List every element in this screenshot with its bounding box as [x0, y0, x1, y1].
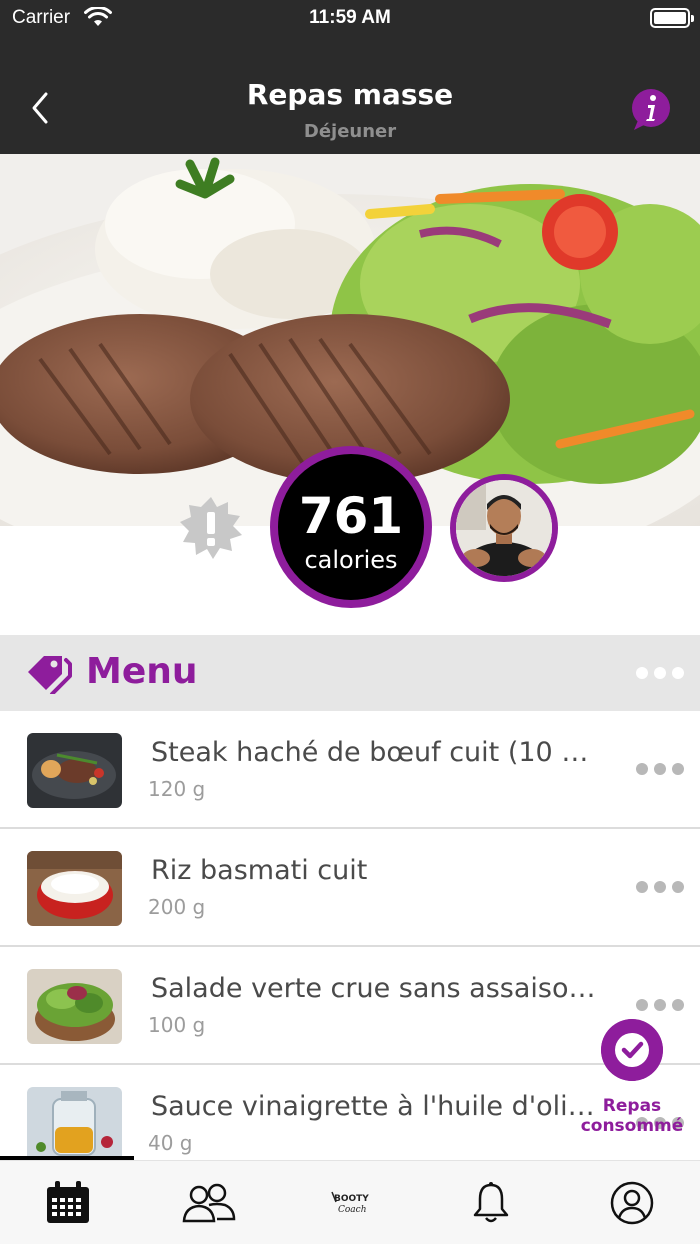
- tab-community[interactable]: [179, 1175, 239, 1231]
- food-name: Steak haché de bœuf cuit (10 %…: [151, 737, 611, 768]
- tab-profile[interactable]: [602, 1175, 662, 1231]
- calories-label: calories: [304, 546, 398, 574]
- food-quantity: 200 g: [148, 895, 206, 919]
- menu-section-header: Menu: [0, 635, 700, 711]
- food-thumbnail: [27, 969, 122, 1044]
- food-quantity: 100 g: [148, 1013, 206, 1037]
- svg-text:Coach: Coach: [338, 1205, 367, 1215]
- meal-consumed-label[interactable]: Repas consommé: [574, 1096, 690, 1136]
- food-more-button[interactable]: [636, 881, 684, 893]
- coach-photo: [456, 480, 552, 576]
- food-more-button[interactable]: [636, 763, 684, 775]
- community-icon: [182, 1183, 236, 1223]
- page-subtitle: Déjeuner: [303, 121, 397, 142]
- food-thumbnail: [27, 851, 122, 926]
- profile-icon: [610, 1181, 654, 1225]
- page-title: Repas masse: [246, 78, 454, 111]
- food-thumbnail: [27, 733, 122, 808]
- tab-home-logo[interactable]: BOOTY Coach: [320, 1175, 380, 1231]
- calendar-icon: [47, 1181, 89, 1223]
- food-name: Sauce vinaigrette à l'huile d'oli…: [151, 1091, 595, 1122]
- food-item-salad[interactable]: Salade verte crue sans assaiso… 100 g: [0, 947, 700, 1065]
- tab-calendar[interactable]: [38, 1175, 98, 1231]
- food-thumbnail: [27, 1087, 122, 1162]
- tag-icon: [28, 656, 72, 694]
- clock: 11:59 AM: [309, 7, 391, 28]
- food-name: Salade verte crue sans assaiso…: [151, 973, 596, 1004]
- menu-more-button[interactable]: [636, 667, 684, 679]
- meal-consumed-button[interactable]: [601, 1019, 663, 1081]
- food-quantity: 120 g: [148, 777, 206, 801]
- food-item-steak[interactable]: Steak haché de bœuf cuit (10 %… 120 g: [0, 711, 700, 829]
- navigation-bar: Repas masse Déjeuner: [0, 36, 700, 154]
- svg-text:BOOTY: BOOTY: [334, 1194, 369, 1204]
- bell-icon: [473, 1182, 509, 1223]
- food-item-rice[interactable]: Riz basmati cuit 200 g: [0, 829, 700, 947]
- consumed-label-line1: Repas: [602, 1096, 662, 1116]
- tab-notifications[interactable]: [461, 1175, 521, 1231]
- status-bar: Carrier 11:59 AM: [0, 0, 700, 36]
- info-bubble-icon[interactable]: [628, 88, 672, 132]
- food-more-button[interactable]: [636, 999, 684, 1011]
- menu-title: Menu: [86, 651, 198, 692]
- food-quantity: 40 g: [148, 1131, 193, 1155]
- exclamation-badge-icon[interactable]: [180, 497, 242, 559]
- coach-avatar[interactable]: [450, 474, 558, 582]
- consumed-label-line2: consommé: [580, 1116, 684, 1136]
- food-name: Riz basmati cuit: [151, 855, 368, 886]
- tab-bar: BOOTY Coach: [0, 1160, 700, 1244]
- battery-icon: [650, 8, 694, 28]
- booty-coach-logo: BOOTY Coach: [331, 1191, 369, 1215]
- calories-value: 761: [298, 487, 404, 545]
- calories-badge: 761 calories: [270, 446, 432, 608]
